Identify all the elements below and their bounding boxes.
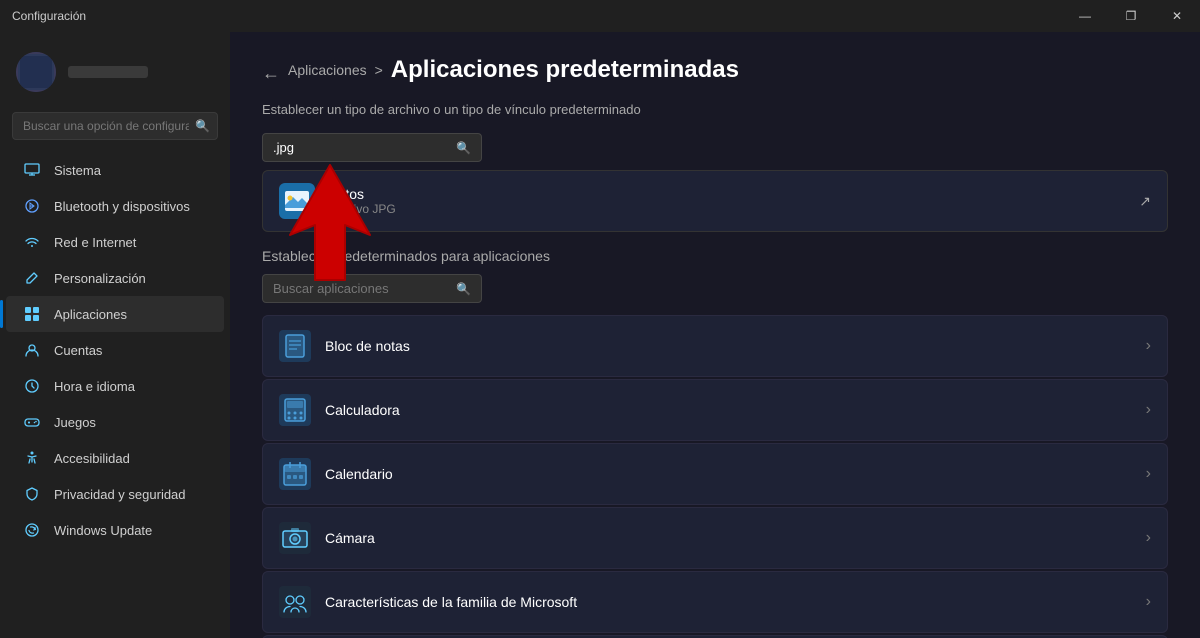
sidebar-search-container: 🔍 [12,112,218,140]
sidebar-label-bluetooth: Bluetooth y dispositivos [54,199,190,214]
sidebar-item-cuentas[interactable]: Cuentas [6,332,224,368]
sidebar-label-sistema: Sistema [54,163,101,178]
sidebar-item-hora[interactable]: Hora e idioma [6,368,224,404]
calendario-icon [279,458,311,490]
apps-section-title: Establecer predeterminados para aplicaci… [262,248,1168,264]
app-item-calendario[interactable]: Calendario › [262,443,1168,505]
result-app-icon [279,183,315,219]
main-layout: 🔍 Sistema Bluetooth y disposit [0,32,1200,638]
bloc-notas-icon [279,330,311,362]
result-text: Fotos Archivo JPG [329,186,1139,216]
breadcrumb: Aplicaciones > Aplicaciones predetermina… [288,56,739,84]
breadcrumb-current: Aplicaciones predeterminadas [391,56,739,84]
apps-search-icon: 🔍 [456,282,471,296]
sidebar-item-accesibilidad[interactable]: Accesibilidad [6,440,224,476]
filetype-search-input[interactable] [273,140,456,155]
app-chevron-caracteristicas: › [1146,593,1151,611]
breadcrumb-parent: Aplicaciones [288,62,367,78]
username-blurred [68,66,148,78]
sidebar-label-hora: Hora e idioma [54,379,135,394]
update-icon [22,520,42,540]
titlebar-title: Configuración [12,9,86,23]
sidebar-item-personalizacion[interactable]: Personalización [6,260,224,296]
user-icon [22,340,42,360]
back-button[interactable]: ← [262,63,280,84]
sidebar-label-cuentas: Cuentas [54,343,102,358]
header-row: ← Aplicaciones > Aplicaciones predetermi… [262,56,1168,90]
close-button[interactable]: ✕ [1154,0,1200,32]
app-list: Bloc de notas › [262,315,1168,638]
result-external-link-icon: ↗ [1139,193,1151,210]
sidebar-search-icon: 🔍 [195,119,210,133]
monitor-icon [22,160,42,180]
clock-icon [22,376,42,396]
apps-icon [22,304,42,324]
sidebar-item-juegos[interactable]: Juegos [6,404,224,440]
restore-button[interactable]: ❐ [1108,0,1154,32]
app-item-caracteristicas[interactable]: Características de la familia de Microso… [262,571,1168,633]
app-chevron-camara: › [1146,529,1151,547]
camara-icon [279,522,311,554]
calculadora-icon [279,394,311,426]
caracteristicas-icon [279,586,311,618]
sidebar-item-windows-update[interactable]: Windows Update [6,512,224,548]
apps-search-input[interactable] [273,281,456,296]
app-name-bloc-notas: Bloc de notas [325,338,1146,354]
app-item-calculadora[interactable]: Calculadora › [262,379,1168,441]
sidebar-label-aplicaciones: Aplicaciones [54,307,127,322]
app-chevron-calendario: › [1146,465,1151,483]
sidebar-item-red[interactable]: Red e Internet [6,224,224,260]
result-name: Fotos [329,186,1139,202]
app-item-camara[interactable]: Cámara › [262,507,1168,569]
result-desc: Archivo JPG [329,202,1139,216]
content-area: ← Aplicaciones > Aplicaciones predetermi… [230,32,1200,638]
sidebar: 🔍 Sistema Bluetooth y disposit [0,32,230,638]
bluetooth-icon [22,196,42,216]
sidebar-item-bluetooth[interactable]: Bluetooth y dispositivos [6,188,224,224]
minimize-button[interactable]: — [1062,0,1108,32]
sidebar-label-privacidad: Privacidad y seguridad [54,487,186,502]
filetype-search-icon: 🔍 [456,141,471,155]
app-chevron-calculadora: › [1146,401,1151,419]
search-result-item[interactable]: Fotos Archivo JPG ↗ [262,170,1168,232]
app-name-calculadora: Calculadora [325,402,1146,418]
gamepad-icon [22,412,42,432]
sidebar-label-windows-update: Windows Update [54,523,152,538]
sidebar-item-privacidad[interactable]: Privacidad y seguridad [6,476,224,512]
app-item-bloc-notas[interactable]: Bloc de notas › [262,315,1168,377]
sidebar-item-sistema[interactable]: Sistema [6,152,224,188]
sidebar-item-aplicaciones[interactable]: Aplicaciones [6,296,224,332]
titlebar: Configuración — ❐ ✕ [0,0,1200,32]
app-chevron-bloc-notas: › [1146,337,1151,355]
breadcrumb-separator: > [375,62,383,78]
apps-search-bar[interactable]: 🔍 [262,274,482,303]
page-subtitle: Establecer un tipo de archivo o un tipo … [262,102,1168,117]
wifi-icon [22,232,42,252]
accessibility-icon [22,448,42,468]
pencil-icon [22,268,42,288]
sidebar-label-red: Red e Internet [54,235,136,250]
avatar [16,52,56,92]
app-name-caracteristicas: Características de la familia de Microso… [325,594,1146,610]
sidebar-label-personalizacion: Personalización [54,271,146,286]
sidebar-profile [0,40,230,104]
app-name-camara: Cámara [325,530,1146,546]
sidebar-label-accesibilidad: Accesibilidad [54,451,130,466]
shield-icon [22,484,42,504]
app-name-calendario: Calendario [325,466,1146,482]
sidebar-label-juegos: Juegos [54,415,96,430]
titlebar-controls: — ❐ ✕ [1062,0,1200,32]
filetype-search-bar[interactable]: 🔍 [262,133,482,162]
sidebar-search-input[interactable] [12,112,218,140]
